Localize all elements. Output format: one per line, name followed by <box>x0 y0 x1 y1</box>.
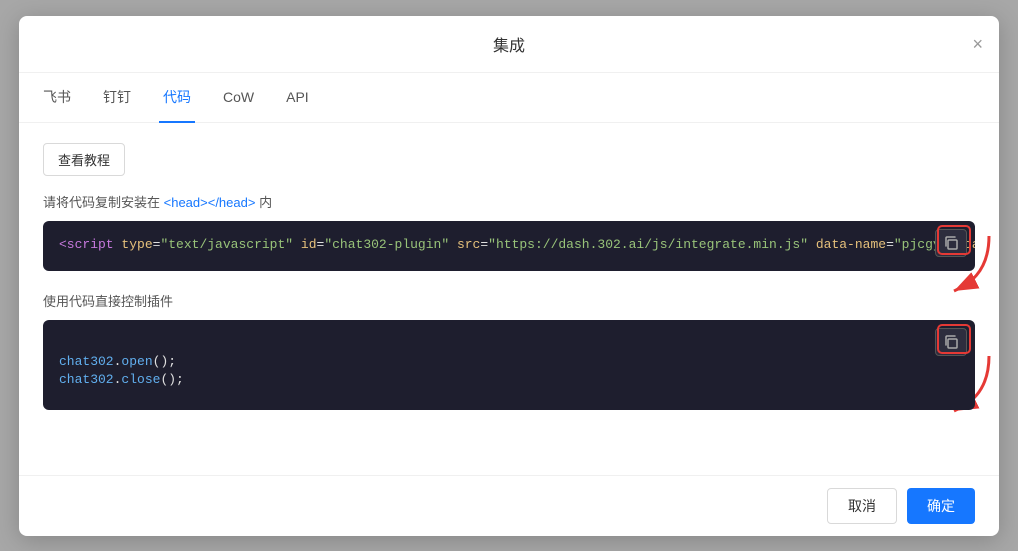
modal-footer: 取消 确定 <box>19 475 999 536</box>
code-block-2-wrapper: chat302.open(); chat302.close(); <box>43 320 975 410</box>
tab-feishu[interactable]: 飞书 <box>39 73 75 123</box>
section1-description: 请将代码复制安装在 <head></head> 内 <box>43 192 975 211</box>
code-text-2: chat302.open(); chat302.close(); <box>59 354 184 387</box>
code-block-1-wrapper: <script type="text/javascript" id="chat3… <box>43 221 975 271</box>
tabs-bar: 飞书 钉钉 代码 CoW API <box>19 73 999 123</box>
tab-api[interactable]: API <box>282 75 313 121</box>
copy-button-2[interactable] <box>935 328 967 356</box>
tab-cow[interactable]: CoW <box>219 75 258 121</box>
modal-body: 查看教程 请将代码复制安装在 <head></head> 内 <script t… <box>19 123 999 475</box>
modal-header: 集成 × <box>19 16 999 73</box>
copy-button-1[interactable] <box>935 229 967 257</box>
code-block-1: <script type="text/javascript" id="chat3… <box>43 221 975 271</box>
confirm-button[interactable]: 确定 <box>907 488 975 524</box>
tab-dingding[interactable]: 钉钉 <box>99 73 135 123</box>
code-block-2: chat302.open(); chat302.close(); <box>43 320 975 410</box>
integration-modal: 集成 × 飞书 钉钉 代码 CoW API 查看教程 请将代码复制安装在 <he… <box>19 16 999 536</box>
code-text-1: <script type="text/javascript" id="chat3… <box>59 237 975 252</box>
tutorial-button[interactable]: 查看教程 <box>43 143 125 176</box>
cancel-button[interactable]: 取消 <box>827 488 897 524</box>
modal-title: 集成 <box>493 32 525 56</box>
tab-code[interactable]: 代码 <box>159 73 195 123</box>
section2-description: 使用代码直接控制插件 <box>43 291 975 310</box>
close-button[interactable]: × <box>972 35 983 53</box>
